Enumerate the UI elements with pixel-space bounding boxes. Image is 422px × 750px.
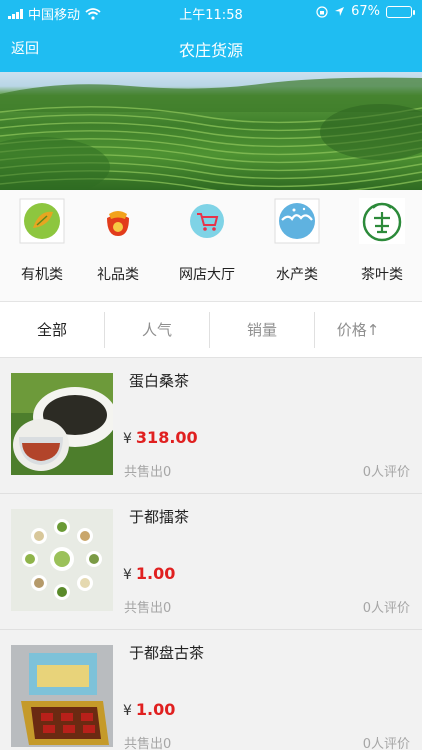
- product-price: ¥1.00: [123, 564, 175, 583]
- category-organic[interactable]: 有机类: [0, 190, 84, 302]
- status-bar: 中国移动 上午11:58 67%: [0, 0, 422, 24]
- currency-symbol: ¥: [123, 567, 132, 583]
- product-price: ¥318.00: [123, 428, 198, 447]
- sold-count: 共售出0: [124, 601, 172, 616]
- header: 中国移动 上午11:58 67% 返回 农庄货源: [0, 0, 422, 72]
- sold-count: 共售出0: [124, 465, 172, 480]
- tab-popularity[interactable]: 人气: [105, 302, 209, 358]
- product-name: 于都盘古茶: [129, 644, 205, 662]
- tea-terrace-illustration: [0, 77, 422, 190]
- battery-icon: [386, 5, 415, 18]
- banner-image[interactable]: [0, 72, 422, 190]
- price-value: 1.00: [135, 700, 176, 719]
- sort-tabs: 全部 人气 销量 价格↑: [0, 302, 422, 358]
- product-item[interactable]: 于都擂茶 ¥1.00 共售出0 0人评价: [0, 494, 422, 630]
- category-label: 茶叶类: [361, 267, 403, 283]
- price-value: 1.00: [135, 564, 176, 583]
- category-label: 礼品类: [97, 267, 139, 283]
- currency-symbol: ¥: [123, 431, 132, 447]
- category-aquatic[interactable]: 水产类: [255, 190, 339, 302]
- product-item[interactable]: 于都盘古茶 ¥1.00 共售出0 0人评价: [0, 630, 422, 750]
- page-title: 农庄货源: [178, 41, 243, 60]
- review-count: 0人评价: [362, 737, 410, 750]
- tab-sales[interactable]: 销量: [210, 302, 314, 358]
- category-gift[interactable]: 礼品类: [76, 190, 160, 302]
- location-icon: [335, 7, 345, 16]
- category-label: 有机类: [21, 267, 63, 283]
- product-list: 蛋白桑茶 ¥318.00 共售出0 0人评价 于都擂茶 ¥1.00 共售出0 0…: [0, 358, 422, 750]
- product-image-pangu-tea: [11, 645, 113, 747]
- product-image-leicha: [11, 509, 113, 611]
- category-tea[interactable]: 茶叶类: [340, 190, 422, 302]
- organic-icon: [19, 198, 65, 244]
- sold-count: 共售出0: [124, 737, 172, 750]
- product-image-mulberry-tea: [11, 373, 113, 475]
- nav-bar: 返回 农庄货源: [0, 24, 422, 72]
- category-label: 网店大厅: [179, 267, 235, 283]
- review-count: 0人评价: [362, 465, 410, 480]
- category-bar: 有机类 礼品类 网店大厅 水产类 茶叶类: [0, 190, 422, 302]
- price-value: 318.00: [135, 428, 198, 447]
- currency-symbol: ¥: [123, 703, 132, 719]
- product-price: ¥1.00: [123, 700, 175, 719]
- category-online-store[interactable]: 网店大厅: [165, 190, 249, 302]
- shopping-cart-icon: [190, 204, 224, 238]
- tab-all[interactable]: 全部: [0, 302, 104, 358]
- category-label: 水产类: [276, 267, 318, 283]
- gift-bag-icon: [107, 211, 129, 236]
- tab-price-ascending[interactable]: 价格↑: [315, 302, 401, 358]
- status-right: 67%: [316, 4, 415, 19]
- review-count: 0人评价: [362, 601, 410, 616]
- product-item[interactable]: 蛋白桑茶 ¥318.00 共售出0 0人评价: [0, 358, 422, 494]
- water-splash-icon: [274, 198, 320, 244]
- tea-seal-icon: [359, 198, 405, 244]
- product-name: 于都擂茶: [129, 508, 190, 526]
- product-name: 蛋白桑茶: [129, 372, 190, 390]
- rotation-lock-icon: [316, 5, 328, 18]
- battery-percent: 67%: [351, 4, 380, 19]
- screen: 中国移动 上午11:58 67% 返回 农庄货源 有机类 礼品类 网店大厅 水产…: [0, 0, 422, 750]
